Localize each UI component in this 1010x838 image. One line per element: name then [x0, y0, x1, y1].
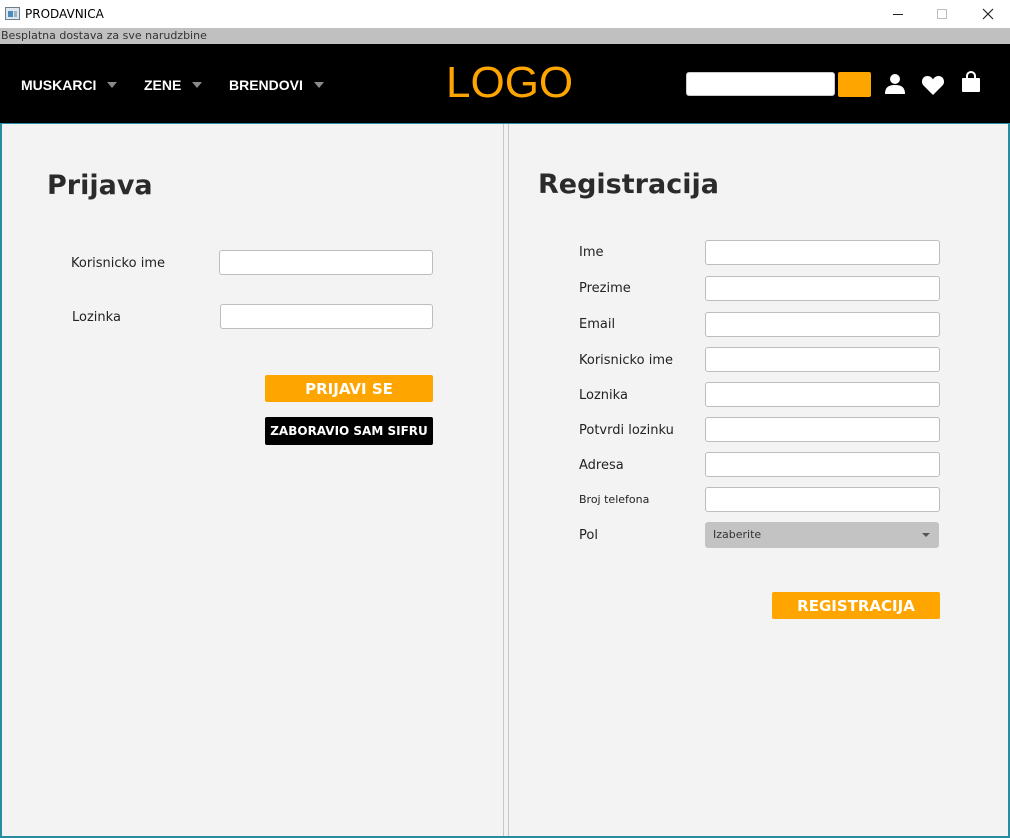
nav-item-label: ZENE [144, 77, 182, 93]
minimize-icon [893, 13, 903, 15]
logo[interactable]: LOGO [446, 58, 573, 108]
login-title: Prijava [47, 170, 153, 201]
first-name-input[interactable] [705, 240, 940, 265]
register-username-label: Korisnicko ime [579, 353, 673, 368]
navbar: MUSKARCI ZENE BRENDOVI LOGO [0, 44, 1010, 124]
app-icon [5, 7, 20, 20]
register-username-input[interactable] [705, 347, 940, 372]
register-button[interactable]: REGISTRACIJA [772, 592, 940, 619]
username-label: Korisnicko ime [71, 256, 165, 271]
chevron-down-icon [922, 533, 930, 537]
maximize-button[interactable] [919, 0, 965, 28]
register-password-label: Loznika [579, 388, 628, 403]
promo-text: Besplatna dostava za sve narudzbine [1, 29, 207, 42]
search-button[interactable] [838, 72, 871, 97]
last-name-label: Prezime [579, 281, 631, 296]
promo-banner: Besplatna dostava za sve narudzbine [0, 28, 1010, 44]
search-input[interactable] [686, 72, 835, 96]
phone-input[interactable] [705, 487, 940, 512]
chevron-down-icon [107, 82, 118, 88]
user-icon[interactable] [884, 73, 906, 95]
nav-item-zene[interactable]: ZENE [144, 77, 203, 93]
nav-item-brendovi[interactable]: BRENDOVI [229, 77, 324, 93]
address-input[interactable] [705, 452, 940, 477]
split-divider[interactable] [503, 124, 509, 836]
gender-select[interactable]: Izaberite [705, 522, 939, 548]
shopping-bag-icon[interactable] [960, 71, 982, 93]
maximize-icon [937, 9, 947, 19]
confirm-password-input[interactable] [705, 417, 940, 442]
nav-item-label: BRENDOVI [229, 77, 303, 93]
window-title: PRODAVNICA [25, 7, 104, 21]
email-label: Email [579, 317, 616, 332]
chevron-down-icon [313, 82, 324, 88]
confirm-password-label: Potvrdi lozinku [579, 423, 674, 438]
window-titlebar: PRODAVNICA [0, 0, 1010, 28]
nav-item-muskarci[interactable]: MUSKARCI [21, 77, 118, 93]
nav-item-label: MUSKARCI [21, 77, 97, 93]
close-button[interactable] [965, 0, 1010, 28]
minimize-button[interactable] [875, 0, 921, 28]
email-input[interactable] [705, 312, 940, 337]
register-title: Registracija [538, 169, 719, 200]
last-name-input[interactable] [705, 276, 940, 301]
heart-icon[interactable] [921, 74, 945, 96]
register-password-input[interactable] [705, 382, 940, 407]
chevron-down-icon [192, 82, 203, 88]
first-name-label: Ime [579, 245, 604, 260]
password-label: Lozinka [72, 310, 121, 325]
address-label: Adresa [579, 458, 624, 473]
gender-label: Pol [579, 528, 598, 543]
phone-label: Broj telefona [579, 493, 650, 506]
login-username-input[interactable] [219, 250, 433, 275]
forgot-password-button[interactable]: ZABORAVIO SAM SIFRU [265, 417, 433, 445]
gender-select-value: Izaberite [713, 528, 762, 541]
close-icon [982, 8, 994, 20]
login-button[interactable]: PRIJAVI SE [265, 375, 433, 402]
login-password-input[interactable] [220, 304, 433, 329]
